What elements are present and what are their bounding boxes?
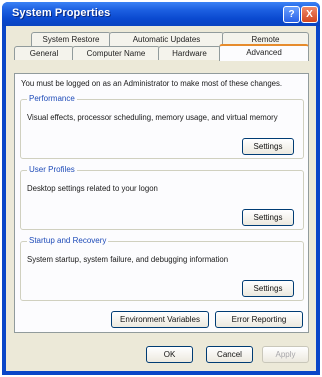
environment-variables-button[interactable]: Environment Variables: [111, 311, 209, 328]
window-title: System Properties: [12, 7, 111, 19]
user-profiles-title: User Profiles: [27, 165, 77, 174]
help-button[interactable]: ?: [283, 6, 300, 23]
error-reporting-button[interactable]: Error Reporting: [215, 311, 303, 328]
performance-description: Visual effects, processor scheduling, me…: [27, 113, 278, 122]
title-bar[interactable]: System Properties ? X: [2, 2, 320, 26]
startup-recovery-description: System startup, system failure, and debu…: [27, 255, 229, 264]
apply-button[interactable]: Apply: [262, 346, 309, 363]
performance-title: Performance: [27, 94, 77, 103]
startup-recovery-settings-button[interactable]: Settings: [242, 280, 294, 297]
startup-recovery-group: Startup and Recovery System startup, sys…: [20, 236, 304, 301]
startup-recovery-title: Startup and Recovery: [27, 236, 109, 245]
tab-advanced[interactable]: Advanced: [219, 44, 309, 61]
system-properties-window: System Properties ? X System Restore Aut…: [2, 2, 320, 375]
tab-system-restore[interactable]: System Restore: [31, 32, 111, 46]
user-profiles-group: User Profiles Desktop settings related t…: [20, 165, 304, 230]
user-profiles-settings-button[interactable]: Settings: [242, 209, 294, 226]
tab-computer-name[interactable]: Computer Name: [72, 46, 160, 60]
performance-settings-button[interactable]: Settings: [242, 138, 294, 155]
tab-general[interactable]: General: [14, 46, 74, 60]
user-profiles-description: Desktop settings related to your logon: [27, 184, 158, 193]
performance-group: Performance Visual effects, processor sc…: [20, 94, 304, 159]
dialog-body: System Restore Automatic Updates Remote …: [6, 26, 316, 371]
tab-automatic-updates[interactable]: Automatic Updates: [109, 32, 224, 46]
tab-hardware[interactable]: Hardware: [158, 46, 221, 60]
admin-notice: You must be logged on as an Administrato…: [21, 79, 283, 88]
close-button[interactable]: X: [301, 6, 318, 23]
cancel-button[interactable]: Cancel: [206, 346, 253, 363]
advanced-tab-panel: You must be logged on as an Administrato…: [14, 73, 309, 333]
ok-button[interactable]: OK: [146, 346, 193, 363]
